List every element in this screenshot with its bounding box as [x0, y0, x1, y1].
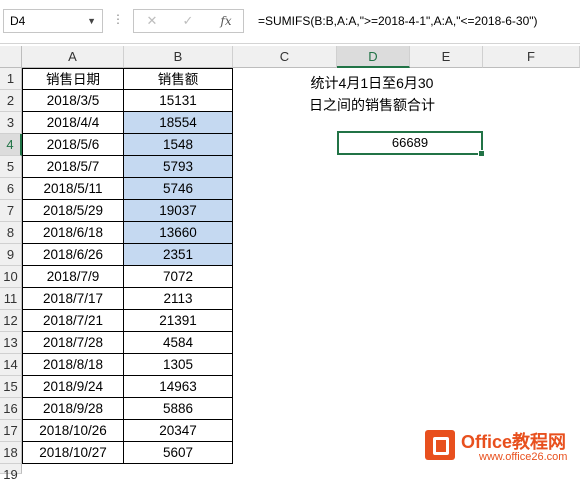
table-cell-date[interactable]: 2018/7/17: [22, 288, 124, 310]
row-header-17[interactable]: 17: [0, 420, 22, 442]
table-cell-date[interactable]: 2018/5/29: [22, 200, 124, 222]
table-cell-date[interactable]: 2018/7/21: [22, 310, 124, 332]
table-cell-sales[interactable]: 5607: [124, 442, 233, 464]
formula-bar: D4 ▼ ⋮ ✕ ✓ fx =SUMIFS(B:B,A:A,">=2018-4-…: [0, 0, 580, 44]
table-cell-sales[interactable]: 13660: [124, 222, 233, 244]
select-all-corner[interactable]: [0, 46, 22, 68]
row-header-3[interactable]: 3: [0, 112, 22, 134]
cancel-icon[interactable]: ✕: [138, 10, 166, 32]
column-header-a[interactable]: A: [22, 46, 124, 68]
column-header-d[interactable]: D: [337, 46, 410, 68]
column-header-b[interactable]: B: [124, 46, 233, 68]
table-cell-date[interactable]: 2018/5/6: [22, 134, 124, 156]
row-header-8[interactable]: 8: [0, 222, 22, 244]
column-header-c[interactable]: C: [233, 46, 337, 68]
table-cell-sales[interactable]: 2351: [124, 244, 233, 266]
office-logo-icon: [425, 430, 455, 460]
table-cell-date[interactable]: 2018/6/26: [22, 244, 124, 266]
table-cell-date[interactable]: 2018/6/18: [22, 222, 124, 244]
row-header-7[interactable]: 7: [0, 200, 22, 222]
row-header-14[interactable]: 14: [0, 354, 22, 376]
table-cell-date[interactable]: 2018/10/27: [22, 442, 124, 464]
description-line-1: 统计4月1日至6月30: [310, 75, 434, 91]
formula-input[interactable]: =SUMIFS(B:B,A:A,">=2018-4-1",A:A,"<=2018…: [250, 9, 580, 33]
active-cell-d4[interactable]: 66689: [337, 131, 485, 157]
watermark-url: www.office26.com: [479, 451, 568, 463]
table-cell-date[interactable]: 2018/3/5: [22, 90, 124, 112]
table-cell-sales[interactable]: 14963: [124, 376, 233, 398]
description-text: 统计4月1日至6月30 日之间的销售额合计: [282, 72, 462, 116]
formula-buttons: ✕ ✓ fx: [133, 9, 244, 33]
row-header-12[interactable]: 12: [0, 310, 22, 332]
row-header-10[interactable]: 10: [0, 266, 22, 288]
row-header-15[interactable]: 15: [0, 376, 22, 398]
table-cell-sales[interactable]: 18554: [124, 112, 233, 134]
table-cell-sales[interactable]: 5746: [124, 178, 233, 200]
table-cell-sales[interactable]: 5793: [124, 156, 233, 178]
description-line-2: 日之间的销售额合计: [309, 97, 435, 113]
table-cell-sales[interactable]: 1548: [124, 134, 233, 156]
more-options-icon[interactable]: ⋮: [112, 12, 125, 26]
row-header-1[interactable]: 1: [0, 68, 22, 90]
table-cell-date[interactable]: 2018/5/11: [22, 178, 124, 200]
chevron-down-icon[interactable]: ▼: [87, 10, 96, 32]
row-header-6[interactable]: 6: [0, 178, 22, 200]
fill-handle[interactable]: [478, 150, 485, 157]
result-value: 66689: [391, 135, 429, 150]
table-cell-sales[interactable]: 5886: [124, 398, 233, 420]
table-cell-date[interactable]: 2018/8/18: [22, 354, 124, 376]
table-cell-sales[interactable]: 7072: [124, 266, 233, 288]
name-box-value: D4: [10, 14, 26, 28]
table-cell-date[interactable]: 2018/7/28: [22, 332, 124, 354]
table-cell-date[interactable]: 2018/5/7: [22, 156, 124, 178]
table-cell-sales[interactable]: 21391: [124, 310, 233, 332]
row-header-13[interactable]: 13: [0, 332, 22, 354]
table-cell-sales[interactable]: 15131: [124, 90, 233, 112]
row-header-5[interactable]: 5: [0, 156, 22, 178]
table-cell-date[interactable]: 2018/4/4: [22, 112, 124, 134]
column-header-f[interactable]: F: [483, 46, 580, 68]
table-cell-sales[interactable]: 19037: [124, 200, 233, 222]
table-cell-date[interactable]: 2018/10/26: [22, 420, 124, 442]
watermark-logo: Office教程网 www.office26.com: [425, 426, 575, 466]
name-box[interactable]: D4 ▼: [3, 9, 103, 33]
column-header-e[interactable]: E: [410, 46, 483, 68]
row-header-16[interactable]: 16: [0, 398, 22, 420]
header-cell-sales[interactable]: 销售额: [124, 68, 233, 90]
table-cell-sales[interactable]: 1305: [124, 354, 233, 376]
row-header-11[interactable]: 11: [0, 288, 22, 310]
table-cell-date[interactable]: 2018/9/24: [22, 376, 124, 398]
enter-icon[interactable]: ✓: [174, 10, 202, 32]
row-header-9[interactable]: 9: [0, 244, 22, 266]
table-cell-sales[interactable]: 4584: [124, 332, 233, 354]
row-header-2[interactable]: 2: [0, 90, 22, 112]
row-header-19[interactable]: 19: [0, 464, 22, 482]
insert-function-icon[interactable]: fx: [212, 10, 240, 32]
table-cell-sales[interactable]: 20347: [124, 420, 233, 442]
row-header-18[interactable]: 18: [0, 442, 22, 464]
header-cell-date[interactable]: 销售日期: [22, 68, 124, 90]
row-header-4[interactable]: 4: [0, 134, 22, 156]
table-cell-date[interactable]: 2018/7/9: [22, 266, 124, 288]
table-cell-date[interactable]: 2018/9/28: [22, 398, 124, 420]
table-cell-sales[interactable]: 2113: [124, 288, 233, 310]
